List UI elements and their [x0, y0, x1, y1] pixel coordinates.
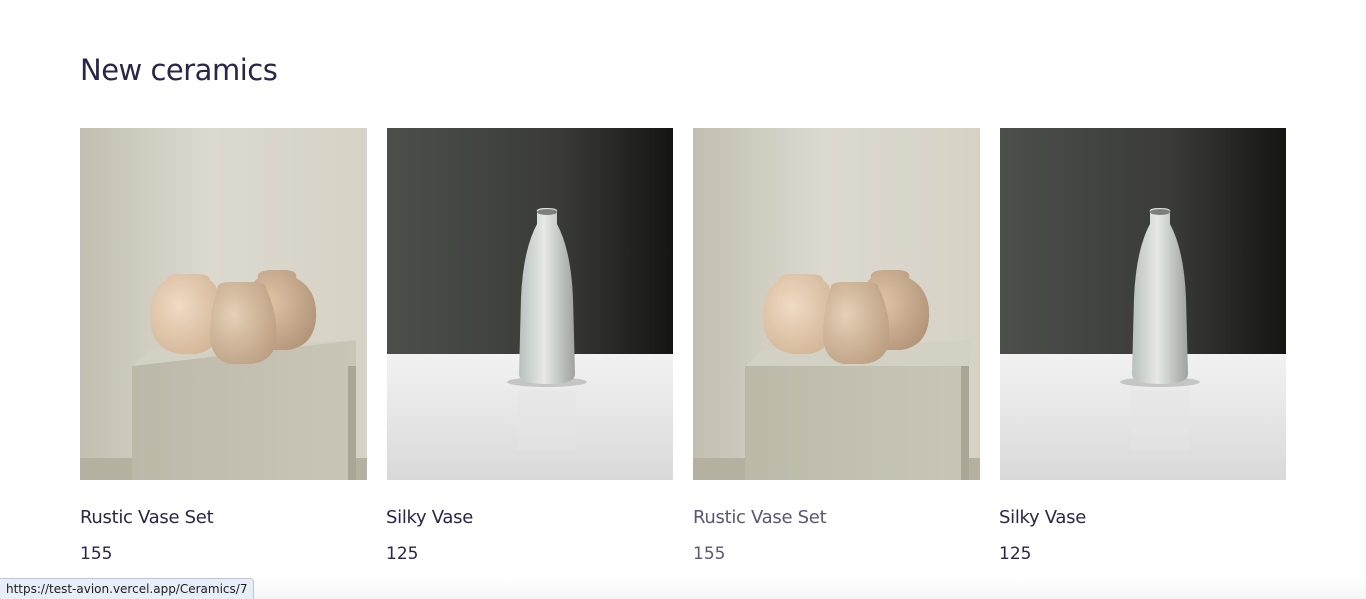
- product-image-silky-vase[interactable]: [387, 128, 673, 480]
- rustic-vase-set-photo: [693, 128, 980, 480]
- product-image-rustic-vase-set[interactable]: [80, 128, 367, 480]
- section-title: New ceramics: [80, 53, 278, 87]
- product-card[interactable]: Silky Vase 125: [999, 128, 1286, 565]
- product-name[interactable]: Silky Vase: [386, 507, 673, 529]
- product-card[interactable]: Silky Vase 125: [386, 128, 673, 565]
- product-grid: Rustic Vase Set 155 Silky Vase 125 Rusti…: [80, 128, 1286, 565]
- product-image-rustic-vase-set[interactable]: [693, 128, 980, 480]
- product-name[interactable]: Rustic Vase Set: [80, 507, 367, 529]
- product-card[interactable]: Rustic Vase Set 155: [693, 128, 980, 565]
- product-name[interactable]: Silky Vase: [999, 507, 1286, 529]
- product-price: 155: [693, 544, 726, 564]
- silky-vase-photo: [1000, 128, 1286, 480]
- product-name[interactable]: Rustic Vase Set: [693, 507, 980, 529]
- product-price: 125: [386, 544, 419, 564]
- browser-status-url: https://test-avion.vercel.app/Ceramics/7: [0, 578, 255, 599]
- new-ceramics-section: New ceramics Rustic Vase Set 155 Silky V…: [0, 0, 1366, 599]
- product-price: 125: [999, 544, 1032, 564]
- product-card[interactable]: Rustic Vase Set 155: [80, 128, 367, 565]
- product-price: 155: [80, 544, 113, 564]
- rustic-vase-set-photo: [80, 128, 367, 480]
- silky-vase-photo: [387, 128, 673, 480]
- product-image-silky-vase[interactable]: [1000, 128, 1286, 480]
